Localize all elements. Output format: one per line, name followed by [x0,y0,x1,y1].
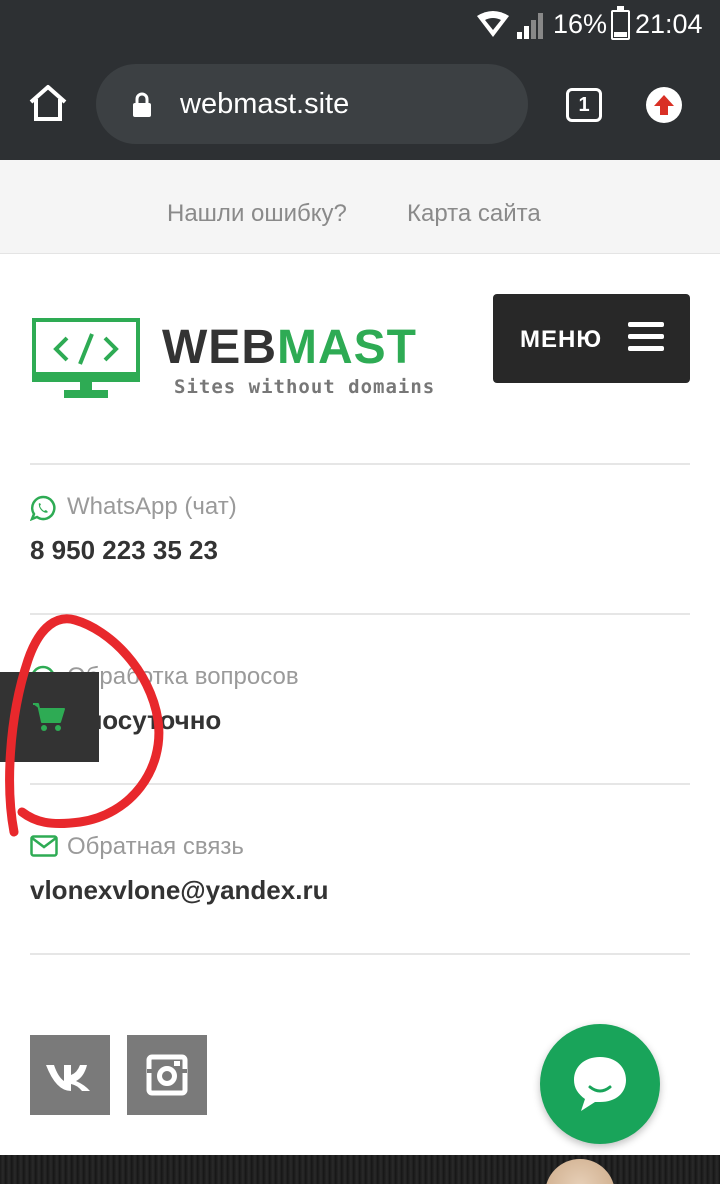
instagram-icon [146,1054,188,1096]
contact-label: WhatsApp (чат) [67,493,237,520]
vk-icon [46,1065,90,1091]
home-icon[interactable] [28,84,68,122]
chat-widget-button[interactable] [540,1024,660,1144]
phone-number[interactable]: 8 950 223 35 23 [30,535,218,566]
chat-bubble-icon [574,1057,626,1111]
battery-percent: 16% [553,9,608,39]
menu-button[interactable]: МЕНЮ [493,294,690,383]
update-button[interactable] [646,87,682,123]
email-address[interactable]: vlonexvlone@yandex.ru [30,875,328,906]
url-text: webmast.site [180,88,350,120]
wifi-icon [477,11,509,37]
footer-banner-image [0,1155,720,1184]
signal-icon [517,13,543,39]
lock-icon [133,92,151,117]
divider [30,953,690,955]
address-bar[interactable]: webmast.site [96,64,528,144]
whatsapp-icon [30,495,56,521]
instagram-button[interactable] [127,1035,207,1115]
monitor-code-icon[interactable] [32,318,140,402]
logo-word-green: MAST [276,321,417,374]
report-error-link[interactable]: Нашли ошибку? [167,200,347,228]
browser-toolbar: webmast.site 1 [0,50,720,160]
arrow-up-icon [654,95,674,115]
red-circle-annotation [5,614,164,837]
logo-tagline: Sites without domains [174,376,436,398]
menu-label: МЕНЮ [520,326,603,353]
tab-switcher-button[interactable]: 1 [566,88,602,122]
battery-icon [611,6,630,40]
sitemap-link[interactable]: Карта сайта [407,200,541,228]
divider [30,463,690,465]
hamburger-icon [628,322,664,352]
top-links-bar: Нашли ошибку? Карта сайта [0,160,720,254]
logo-wordmark[interactable]: WEBMAST [162,323,417,373]
clock: 21:04 [635,9,703,39]
logo-word-dark: WEB [162,321,277,374]
vk-button[interactable] [30,1035,110,1115]
status-bar: 16% 21:04 [0,0,720,50]
person-photo [545,1159,615,1184]
